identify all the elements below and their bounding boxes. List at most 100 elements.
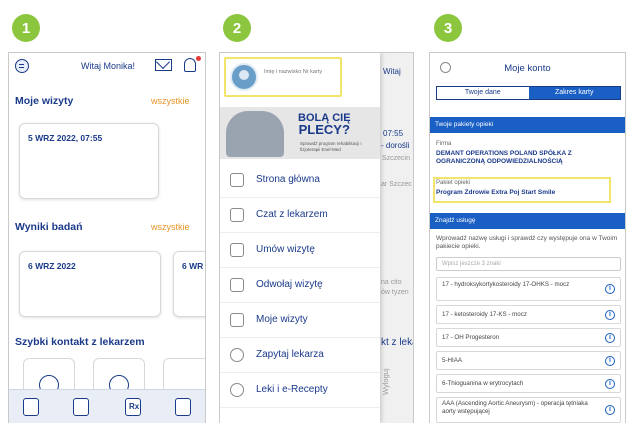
contact-heading: Szybki kontakt z lekarzem bbox=[15, 336, 145, 348]
result-card[interactable]: 6 WR bbox=[173, 251, 205, 317]
calendar-list-icon bbox=[230, 313, 244, 327]
prescription-icon[interactable]: Rx bbox=[125, 398, 141, 416]
calendar-cancel-icon bbox=[230, 278, 244, 292]
service-name: 17 - hydroksykortykosteroidy 17-OHKS - m… bbox=[442, 281, 570, 288]
company-label: Firma bbox=[436, 141, 452, 147]
service-row[interactable]: 17 - hydroksykortykosteroidy 17-OHKS - m… bbox=[436, 277, 621, 301]
bg-time: 07:55 bbox=[383, 129, 404, 138]
menu-item-book-visit[interactable]: Umów wizytę bbox=[220, 233, 380, 268]
service-row[interactable]: 5-HIAA i bbox=[436, 351, 621, 370]
profile-header[interactable]: Imię i nazwisko Nr karty bbox=[224, 57, 342, 97]
service-search-input[interactable]: Wpisz jeszcze 3 znaki bbox=[436, 257, 621, 271]
notification-dot bbox=[196, 56, 201, 61]
tab-bar: Twoje dane Zakres karty bbox=[436, 86, 621, 100]
menu-item-label: Zapytaj lekarza bbox=[256, 349, 324, 360]
chat-doctor-icon bbox=[230, 208, 244, 222]
visits-all-link[interactable]: wszystkie bbox=[151, 96, 190, 106]
visit-date: 5 WRZ 2022, 07:55 bbox=[28, 133, 103, 143]
banner-image bbox=[226, 111, 284, 157]
bg-city: Szczecin bbox=[382, 155, 411, 162]
top-bar: Moje konto bbox=[430, 53, 625, 79]
menu-item-label: Odwołaj wizytę bbox=[256, 279, 323, 290]
find-service-description: Wprowadź nazwę usługi i sprawdź czy wyst… bbox=[436, 235, 618, 250]
packages-section-header: Twoje pakiety opieki bbox=[430, 117, 625, 133]
avatar bbox=[230, 63, 258, 91]
step-badge-1: 1 bbox=[12, 14, 40, 42]
visit-card[interactable]: 5 WRZ 2022, 07:55 bbox=[19, 123, 159, 199]
bg-greeting: Witaj bbox=[383, 67, 401, 76]
page-title: Moje konto bbox=[504, 63, 551, 74]
menu-item-my-visits[interactable]: Moje wizyty bbox=[220, 303, 380, 338]
pill-icon bbox=[230, 383, 244, 397]
bg-logout[interactable]: Wyloguj bbox=[381, 368, 390, 395]
search-placeholder: Wpisz jeszcze 3 znaki bbox=[442, 261, 501, 267]
info-icon[interactable]: i bbox=[605, 379, 615, 389]
promo-banner[interactable]: BOLĄ CIĘ PLECY? Sprawdź program rehabili… bbox=[220, 107, 380, 159]
find-service-header: Znajdź usługę bbox=[430, 213, 625, 229]
menu-item-home[interactable]: Strona główna bbox=[220, 163, 380, 198]
question-icon bbox=[230, 348, 244, 362]
document-icon[interactable] bbox=[175, 398, 191, 416]
bell-icon[interactable] bbox=[184, 58, 196, 72]
service-row[interactable]: 17 - OH Progesteron i bbox=[436, 328, 621, 347]
account-screen: Moje konto Twoje dane Zakres karty Twoje… bbox=[429, 52, 626, 423]
menu-item-ask-doctor[interactable]: Zapytaj lekarza bbox=[220, 338, 380, 373]
menu-icon[interactable] bbox=[15, 59, 29, 73]
banner-title-line2: PLECY? bbox=[298, 122, 350, 137]
info-icon[interactable]: i bbox=[605, 333, 615, 343]
service-name: 17 - OH Progesteron bbox=[442, 334, 500, 341]
service-name: 5-HIAA bbox=[442, 357, 462, 364]
result-date: 6 WRZ 2022 bbox=[28, 261, 76, 271]
prescription-glyph: Rx bbox=[129, 402, 140, 411]
calendar-icon bbox=[230, 243, 244, 257]
menu-item-chat[interactable]: Czat z lekarzem bbox=[220, 198, 380, 233]
bg-address: ar Szczec bbox=[381, 181, 412, 188]
menu-screen: Witaj 07:55 - dorośli Szczecin ar Szczec… bbox=[219, 52, 414, 423]
step-badge-3: 3 bbox=[434, 14, 462, 42]
results-all-link[interactable]: wszystkie bbox=[151, 222, 190, 232]
company-name: DEMANT OPERATIONS POLAND SPÓŁKA Z OGRANI… bbox=[436, 150, 572, 165]
home-icon bbox=[230, 173, 244, 187]
home-screen: Witaj Monika! Moje wizyty wszystkie 5 WR… bbox=[8, 52, 206, 423]
package-label: Pakiet opieki bbox=[436, 180, 471, 186]
service-name: 17 - ketosteroidy 17-KS - mocz bbox=[442, 311, 527, 318]
menu-item-medicines[interactable]: Leki i e-Recepty bbox=[220, 373, 380, 408]
side-drawer: Imię i nazwisko Nr karty BOLĄ CIĘ PLECY?… bbox=[220, 53, 380, 423]
package-name: Program Zdrowie Extra Poj Start Smile bbox=[436, 189, 556, 196]
top-bar: Witaj Monika! bbox=[9, 53, 205, 79]
info-icon[interactable]: i bbox=[605, 310, 615, 320]
bg-cito: na cito bbox=[381, 279, 402, 286]
results-heading: Wyniki badań bbox=[15, 221, 83, 233]
calendar-check-icon[interactable] bbox=[23, 398, 39, 416]
result-card[interactable]: 6 WRZ 2022 bbox=[19, 251, 161, 317]
calendar-grid-icon[interactable] bbox=[73, 398, 89, 416]
service-row[interactable]: AAA (Ascending Aortic Aneurysm) - operac… bbox=[436, 397, 621, 423]
menu-item-cancel-visit[interactable]: Odwołaj wizytę bbox=[220, 268, 380, 303]
info-icon[interactable]: i bbox=[605, 284, 615, 294]
bg-adults: - dorośli bbox=[381, 141, 410, 150]
menu-item-label: Strona główna bbox=[256, 174, 320, 185]
profile-name-card: Imię i nazwisko Nr karty bbox=[264, 69, 323, 75]
visits-heading: Moje wizyty bbox=[15, 95, 74, 107]
info-icon[interactable]: i bbox=[605, 405, 615, 415]
banner-title: BOLĄ CIĘ PLECY? bbox=[298, 113, 351, 137]
service-name: 6-Thioguanina w erytrocytach bbox=[442, 380, 524, 387]
menu-item-label: Umów wizytę bbox=[256, 244, 315, 255]
result-date: 6 WR bbox=[182, 261, 204, 271]
service-name: AAA (Ascending Aortic Aneurysm) - operac… bbox=[442, 400, 588, 415]
banner-subtitle: Sprawdź program rehabilitacji i fizjoter… bbox=[300, 141, 362, 152]
menu-item-label: Moje wizyty bbox=[256, 314, 308, 325]
bg-contact: kt z leka bbox=[381, 337, 413, 348]
mail-icon[interactable] bbox=[155, 59, 172, 71]
greeting: Witaj Monika! bbox=[81, 61, 136, 71]
tab-card-scope[interactable]: Zakres karty bbox=[528, 87, 620, 99]
step-badge-2: 2 bbox=[223, 14, 251, 42]
service-row[interactable]: 17 - ketosteroidy 17-KS - mocz i bbox=[436, 305, 621, 324]
bottom-nav: Rx bbox=[9, 389, 205, 423]
service-row[interactable]: 6-Thioguanina w erytrocytach i bbox=[436, 374, 621, 393]
menu-item-label: Leki i e-Recepty bbox=[256, 384, 328, 395]
info-icon[interactable]: i bbox=[605, 356, 615, 366]
tab-your-data[interactable]: Twoje dane bbox=[437, 87, 529, 99]
menu-item-label: Czat z lekarzem bbox=[256, 209, 328, 220]
bg-tyzen: ów tyzen bbox=[381, 289, 409, 296]
